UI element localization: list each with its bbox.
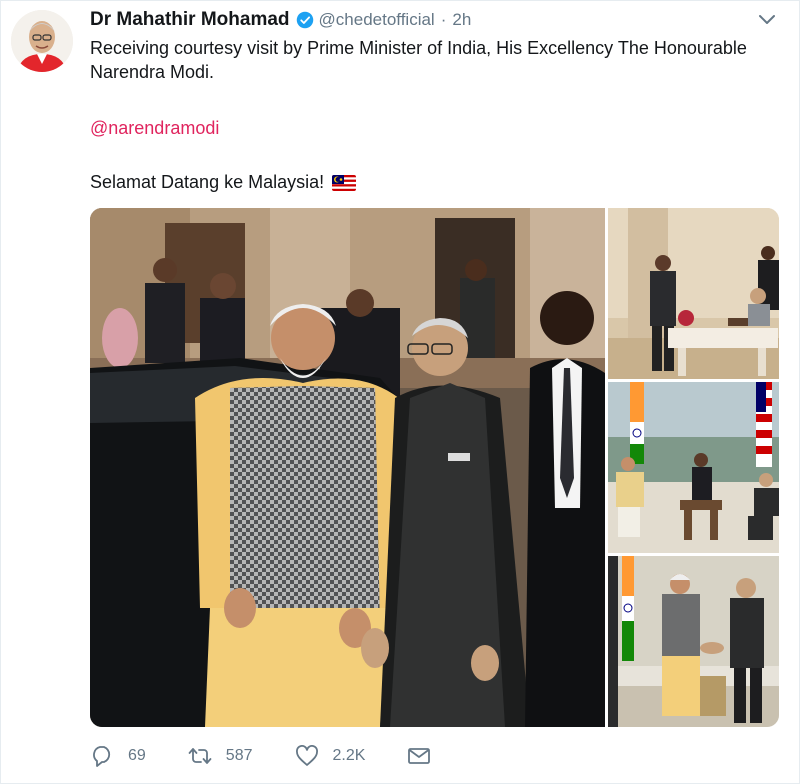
verified-badge-icon — [296, 11, 313, 29]
retweet-button[interactable]: 587 — [188, 745, 253, 767]
photo-handshake — [608, 556, 779, 727]
tweet-actions: 69 587 2.2K — [90, 741, 487, 771]
retweet-icon — [188, 748, 212, 764]
greeting-text: Selamat Datang ke Malaysia! — [90, 172, 325, 192]
tweet-timestamp[interactable]: 2h — [452, 10, 471, 30]
main-photo[interactable] — [90, 208, 605, 727]
tweet-text: Receiving courtesy visit by Prime Minist… — [90, 38, 747, 82]
retweet-count: 587 — [225, 747, 253, 764]
tweet-body: Receiving courtesy visit by Prime Minist… — [90, 36, 780, 84]
like-count: 2.2K — [332, 747, 366, 764]
author-name[interactable]: Dr Mahathir Mohamad — [90, 9, 290, 31]
reply-button[interactable]: 69 — [90, 745, 146, 767]
photo-meeting-room — [608, 382, 779, 553]
reply-count: 69 — [128, 747, 146, 764]
malaysia-flag-icon — [332, 174, 357, 191]
photo-thumbnail-3[interactable] — [608, 556, 779, 727]
reply-icon — [93, 746, 111, 767]
envelope-icon — [408, 748, 431, 764]
photo-office-desk — [608, 208, 779, 379]
photo-thumbnail-1[interactable] — [608, 208, 779, 379]
chevron-down-icon[interactable] — [757, 13, 777, 27]
separator-dot: · — [440, 10, 447, 29]
heart-icon — [295, 745, 318, 766]
greeting-line: Selamat Datang ke Malaysia! — [90, 172, 357, 193]
avatar[interactable] — [11, 10, 73, 72]
author-handle[interactable]: @chedetofficial — [319, 10, 435, 30]
media-grid — [90, 208, 779, 727]
mention-link[interactable]: @narendramodi — [90, 118, 219, 139]
tweet-header: Dr Mahathir Mohamad @chedetofficial · 2h — [90, 8, 471, 32]
avatar-image — [11, 10, 73, 72]
photo-leaders-arrival — [90, 208, 605, 727]
photo-thumbnail-2[interactable] — [608, 382, 779, 553]
direct-message-button[interactable] — [407, 745, 445, 767]
like-button[interactable]: 2.2K — [295, 745, 366, 767]
